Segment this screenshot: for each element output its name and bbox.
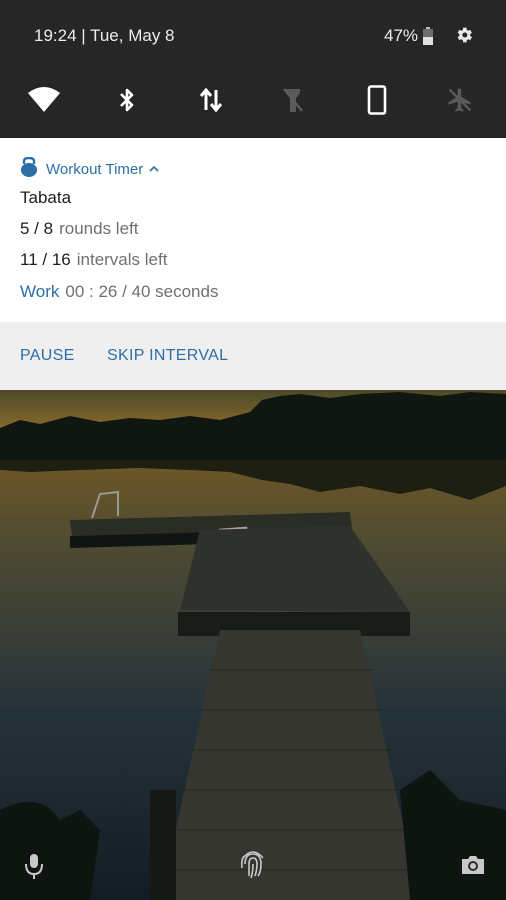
- microphone-icon[interactable]: [24, 852, 44, 885]
- lake-pier-wallpaper: [0, 390, 506, 900]
- intervals-value: 11 / 16: [20, 250, 71, 269]
- bluetooth-icon[interactable]: [107, 82, 147, 118]
- notification-header[interactable]: Workout Timer: [20, 156, 159, 182]
- workout-title: Tabata: [20, 188, 72, 207]
- quick-settings-row: [0, 82, 506, 118]
- data-arrows-icon[interactable]: [191, 82, 231, 118]
- skip-interval-button[interactable]: SKIP INTERVAL: [107, 347, 228, 365]
- battery-percent: 47%: [384, 26, 419, 45]
- time-date: 19:24 | Tue, May 8: [34, 26, 175, 45]
- lockscreen-wallpaper: [0, 390, 506, 900]
- kettlebell-icon: [20, 156, 38, 182]
- chevron-up-icon[interactable]: [149, 160, 159, 178]
- workout-timer-notification[interactable]: Workout Timer Tabata 5 / 8 rounds left 11…: [0, 138, 506, 322]
- wifi-icon[interactable]: [24, 82, 64, 118]
- flashlight-icon[interactable]: [273, 82, 313, 118]
- phase-label: Work: [20, 282, 60, 301]
- status-bar: 19:24 | Tue, May 8 47%: [0, 22, 506, 50]
- pause-button[interactable]: PAUSE: [20, 347, 75, 365]
- intervals-left: 11 / 16 intervals left: [20, 250, 167, 270]
- airplane-icon[interactable]: [440, 82, 480, 118]
- app-name: Workout Timer: [46, 160, 144, 178]
- intervals-label: intervals left: [76, 250, 168, 269]
- rounds-left: 5 / 8 rounds left: [20, 219, 138, 239]
- settings-gear-icon[interactable]: [454, 25, 474, 50]
- fingerprint-icon[interactable]: [238, 846, 268, 885]
- timer-value: 00 : 26 / 40 seconds: [65, 282, 219, 301]
- notification-shade-header: 19:24 | Tue, May 8 47%: [0, 0, 506, 138]
- notification-actions: PAUSE SKIP INTERVAL: [0, 322, 506, 390]
- phase-timer: Work 00 : 26 / 40 seconds: [20, 282, 218, 302]
- rounds-label: rounds left: [59, 219, 139, 238]
- phone-rotate-icon[interactable]: [357, 82, 397, 118]
- camera-icon[interactable]: [460, 854, 486, 881]
- battery-icon: [423, 27, 433, 50]
- rounds-value: 5 / 8: [20, 219, 54, 238]
